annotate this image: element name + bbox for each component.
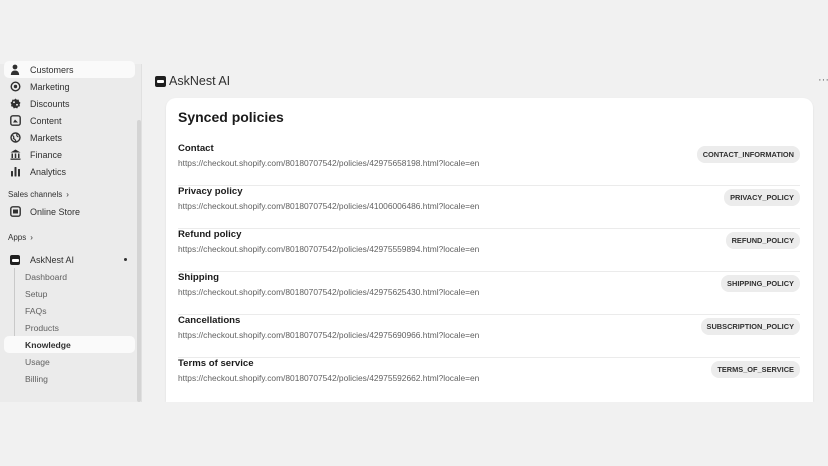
sub-item-billing[interactable]: Billing <box>4 370 135 387</box>
policy-name: Contact <box>178 143 214 154</box>
sidebar-item-label: Discounts <box>30 98 70 109</box>
policy-row: Contact https://checkout.shopify.com/801… <box>178 143 800 186</box>
sidebar-item-label: Finance <box>30 149 63 160</box>
app-logo-icon <box>155 75 166 87</box>
policy-row: Terms of service https://checkout.shopif… <box>178 358 800 401</box>
sidebar-item-label: Analytics <box>30 166 67 177</box>
policy-name: Cancellations <box>178 315 241 326</box>
bank-icon <box>9 149 21 161</box>
policy-row: Cancellations https://checkout.shopify.c… <box>178 315 800 358</box>
policy-row: Shipping https://checkout.shopify.com/80… <box>178 272 800 315</box>
sales-channels-section[interactable]: Sales channels › <box>8 190 69 199</box>
policy-url[interactable]: https://checkout.shopify.com/80180707542… <box>178 201 479 211</box>
sidebar-item-label: Markets <box>30 132 63 143</box>
sub-item-products[interactable]: Products <box>4 319 135 336</box>
sidebar-item-label: Customers <box>30 64 74 75</box>
person-icon <box>9 64 21 76</box>
sub-item-usage[interactable]: Usage <box>4 353 135 370</box>
policy-url[interactable]: https://checkout.shopify.com/80180707542… <box>178 244 479 254</box>
policy-type-badge: SUBSCRIPTION_POLICY <box>700 318 800 335</box>
sidebar-item-online-store[interactable]: Online Store <box>4 203 135 220</box>
policy-type-badge: REFUND_POLICY <box>725 232 800 249</box>
policy-type-badge: PRIVACY_POLICY <box>724 189 800 206</box>
sidebar-item-content[interactable]: Content <box>4 112 135 129</box>
content-icon <box>9 115 21 127</box>
policy-type-badge: TERMS_OF_SERVICE <box>711 361 800 378</box>
chevron-right-icon: › <box>66 190 69 199</box>
sidebar-scrollbar[interactable] <box>137 120 141 402</box>
policy-row: Refund policy https://checkout.shopify.c… <box>178 229 800 272</box>
sidebar-item-label: Content <box>30 115 62 126</box>
sub-item-setup[interactable]: Setup <box>4 285 135 302</box>
policy-name: Shipping <box>178 272 220 283</box>
sub-item-faqs[interactable]: FAQs <box>4 302 135 319</box>
more-actions-button[interactable]: ··· <box>818 74 828 86</box>
sidebar-item-asknest-ai[interactable]: AskNest AI <box>4 251 135 268</box>
chevron-right-icon: › <box>30 233 33 242</box>
policy-type-badge: CONTACT_INFORMATION <box>696 146 800 163</box>
sidebar-item-markets[interactable]: Markets <box>4 129 135 146</box>
page-title: AskNest AI <box>169 74 231 88</box>
globe-icon <box>9 132 21 144</box>
policy-url[interactable]: https://checkout.shopify.com/80180707542… <box>178 330 479 340</box>
policy-name: Terms of service <box>178 358 254 369</box>
apps-section[interactable]: Apps › <box>8 233 33 242</box>
policy-name: Refund policy <box>178 229 242 240</box>
policy-type-badge: SHIPPING_POLICY <box>721 275 800 292</box>
sidebar-item-label: Marketing <box>30 81 70 92</box>
target-icon <box>9 81 21 93</box>
chart-icon <box>9 166 21 178</box>
app-logo-icon <box>9 254 21 266</box>
top-bar <box>0 0 828 64</box>
sub-item-knowledge[interactable]: Knowledge <box>4 336 135 353</box>
policy-url[interactable]: https://checkout.shopify.com/80180707542… <box>178 373 479 383</box>
sidebar-item-customers[interactable]: Customers <box>4 61 135 78</box>
sidebar-item-label: AskNest AI <box>30 254 75 265</box>
apps-label: Apps <box>8 233 27 242</box>
sidebar-item-marketing[interactable]: Marketing <box>4 78 135 95</box>
sub-item-dashboard[interactable]: Dashboard <box>4 268 135 285</box>
bottom-area <box>0 402 828 466</box>
policy-url[interactable]: https://checkout.shopify.com/80180707542… <box>178 287 479 297</box>
app-header: AskNest AI <box>155 74 230 88</box>
sales-channels-label: Sales channels <box>8 190 63 199</box>
synced-policies-card: Synced policies Contact https://checkout… <box>166 98 813 402</box>
sidebar-item-label: Online Store <box>30 206 81 217</box>
policy-name: Privacy policy <box>178 186 243 197</box>
store-icon <box>9 206 21 218</box>
pin-dot-icon <box>124 258 127 261</box>
policy-url[interactable]: https://checkout.shopify.com/80180707542… <box>178 158 479 168</box>
card-title: Synced policies <box>178 109 284 125</box>
sidebar-item-discounts[interactable]: Discounts <box>4 95 135 112</box>
sidebar-item-finance[interactable]: Finance <box>4 146 135 163</box>
sidebar-item-analytics[interactable]: Analytics <box>4 163 135 180</box>
policy-row: Privacy policy https://checkout.shopify.… <box>178 186 800 229</box>
discount-icon <box>9 98 21 110</box>
